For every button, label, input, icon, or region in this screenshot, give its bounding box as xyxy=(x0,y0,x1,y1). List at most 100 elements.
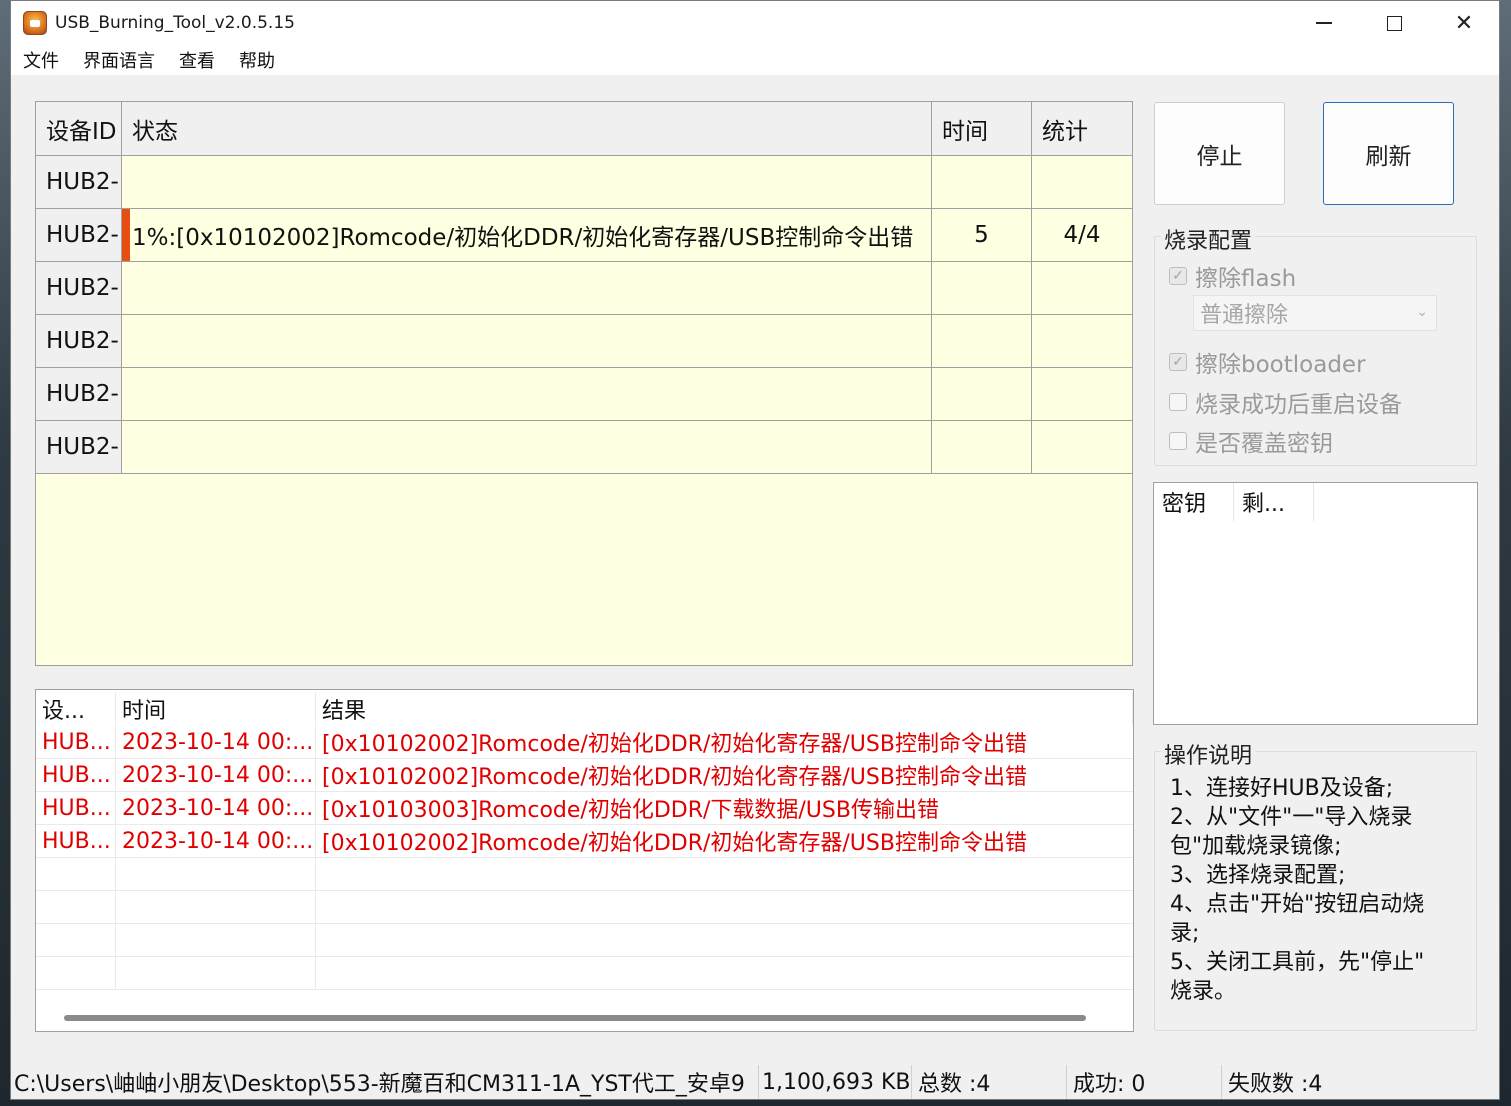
device-time-cell xyxy=(932,156,1032,208)
key-list[interactable]: 密钥 剩... xyxy=(1153,482,1478,725)
log-row[interactable]: HUB... 2023-10-14 00:... [0x10102002]Rom… xyxy=(36,759,1133,792)
log-time: 2023-10-14 00:... xyxy=(116,759,316,791)
device-time-cell xyxy=(932,262,1032,314)
log-row[interactable]: HUB... 2023-10-14 00:... [0x10103003]Rom… xyxy=(36,792,1133,825)
key-header-remaining[interactable]: 剩... xyxy=(1234,483,1314,521)
device-id-cell: HUB2- xyxy=(36,209,122,261)
device-grid[interactable]: 设备ID 状态 时间 统计 HUB2- HUB2- 1%:[0x10102002… xyxy=(35,101,1133,666)
burn-config-title: 烧录配置 xyxy=(1161,223,1256,255)
device-status-cell: 1%:[0x10102002]Romcode/初始化DDR/初始化寄存器/USB… xyxy=(122,209,932,261)
device-stat-cell xyxy=(1032,156,1132,208)
erase-bootloader-checkbox[interactable]: ✓ 擦除bootloader xyxy=(1169,345,1366,379)
erase-flash-label: 擦除flash xyxy=(1195,266,1297,292)
status-fail: 失败数 :4 xyxy=(1228,1072,1323,1097)
device-status-cell xyxy=(122,421,932,473)
device-status-cell xyxy=(122,315,932,367)
device-row[interactable]: HUB2- xyxy=(36,368,1132,421)
app-logo-icon xyxy=(23,11,47,35)
log-row-empty xyxy=(36,891,1133,924)
help-line: 1、连接好HUB及设备; xyxy=(1170,776,1394,801)
log-empty-cell xyxy=(316,891,1133,923)
checkbox-checked-icon: ✓ xyxy=(1169,353,1187,371)
header-device-id[interactable]: 设备ID xyxy=(36,102,122,155)
log-device: HUB... xyxy=(36,792,116,824)
device-row[interactable]: HUB2- xyxy=(36,421,1132,474)
log-result: [0x10102002]Romcode/初始化DDR/初始化寄存器/USB控制命… xyxy=(322,765,1027,790)
log-header-time[interactable]: 时间 xyxy=(116,692,316,725)
log-header-result[interactable]: 结果 xyxy=(316,692,1133,725)
log-row-empty xyxy=(36,858,1133,891)
device-status-cell xyxy=(122,368,932,420)
progress-indicator xyxy=(122,209,130,261)
help-line: 4、点击"开始"按钮启动烧 xyxy=(1170,892,1425,917)
log-empty-cell xyxy=(116,957,316,989)
help-title: 操作说明 xyxy=(1161,738,1256,770)
minimize-button[interactable] xyxy=(1289,1,1359,45)
device-stat-cell xyxy=(1032,421,1132,473)
erase-flash-checkbox[interactable]: ✓ 擦除flash xyxy=(1169,259,1296,293)
header-status[interactable]: 状态 xyxy=(122,102,932,155)
result-log-list[interactable]: 设... 时间 结果 HUB... 2023-10-14 00:... [0x1… xyxy=(35,689,1134,1032)
key-header-key[interactable]: 密钥 xyxy=(1154,483,1234,521)
log-device: HUB... xyxy=(36,726,116,758)
log-empty-cell xyxy=(36,858,116,890)
log-time: 2023-10-14 00:... xyxy=(116,792,316,824)
device-row[interactable]: HUB2- xyxy=(36,315,1132,368)
device-time-cell xyxy=(932,315,1032,367)
erase-mode-select[interactable]: 普通擦除 ⌄ xyxy=(1193,295,1437,331)
overwrite-key-label: 是否覆盖密钥 xyxy=(1195,431,1333,457)
maximize-button[interactable] xyxy=(1359,1,1429,45)
help-line: 录; xyxy=(1170,921,1200,946)
device-row[interactable]: HUB2- xyxy=(36,156,1132,209)
log-header: 设... 时间 结果 xyxy=(36,692,1133,725)
erase-bootloader-label: 擦除bootloader xyxy=(1195,352,1366,378)
overwrite-key-checkbox[interactable]: 是否覆盖密钥 xyxy=(1169,424,1333,458)
help-line: 烧录。 xyxy=(1170,979,1237,1004)
device-id-cell: HUB2- xyxy=(36,421,122,473)
device-time-cell xyxy=(932,368,1032,420)
status-image-path: C:\Users\岫岫小朋友\Desktop\553-新魔百和CM311-1A_… xyxy=(11,1065,759,1099)
log-empty-cell xyxy=(116,891,316,923)
status-total: 总数 :4 xyxy=(912,1065,1067,1099)
log-device: HUB... xyxy=(36,759,116,791)
log-time: 2023-10-14 00:... xyxy=(116,726,316,758)
window-controls: ✕ xyxy=(1289,1,1499,45)
header-stat[interactable]: 统计 xyxy=(1032,102,1132,155)
refresh-button[interactable]: 刷新 xyxy=(1323,102,1454,205)
maximize-icon xyxy=(1386,15,1402,31)
log-result: [0x10103003]Romcode/初始化DDR/下载数据/USB传输出错 xyxy=(322,798,939,823)
log-header-device[interactable]: 设... xyxy=(36,692,116,725)
log-row[interactable]: HUB... 2023-10-14 00:... [0x10102002]Rom… xyxy=(36,825,1133,858)
close-button[interactable]: ✕ xyxy=(1429,1,1499,45)
device-row[interactable]: HUB2- 1%:[0x10102002]Romcode/初始化DDR/初始化寄… xyxy=(36,209,1132,262)
menu-language[interactable]: 界面语言 xyxy=(71,47,167,73)
key-list-header: 密钥 剩... xyxy=(1154,483,1477,521)
help-line: 2、从"文件"一"导入烧录 xyxy=(1170,805,1413,830)
menu-help[interactable]: 帮助 xyxy=(227,47,287,73)
status-success: 成功: 0 xyxy=(1067,1065,1222,1099)
help-line: 5、关闭工具前，先"停止" xyxy=(1170,950,1425,975)
chevron-down-icon: ⌄ xyxy=(1416,304,1428,320)
log-row-empty xyxy=(36,957,1133,990)
help-group: 操作说明 1、连接好HUB及设备; 2、从"文件"一"导入烧录 包"加载烧录镜像… xyxy=(1154,738,1477,1031)
device-status-cell xyxy=(122,262,932,314)
reboot-after-checkbox[interactable]: 烧录成功后重启设备 xyxy=(1169,385,1402,419)
horizontal-scrollbar[interactable] xyxy=(64,1015,1086,1021)
log-row-empty xyxy=(36,924,1133,957)
log-device: HUB... xyxy=(36,825,116,857)
log-empty-cell xyxy=(116,858,316,890)
stop-button[interactable]: 停止 xyxy=(1154,102,1285,205)
burn-config-group: 烧录配置 ✓ 擦除flash 普通擦除 ⌄ ✓ 擦除bootloader 烧录成… xyxy=(1154,223,1477,466)
status-bar: C:\Users\岫岫小朋友\Desktop\553-新魔百和CM311-1A_… xyxy=(11,1065,1499,1099)
menu-file[interactable]: 文件 xyxy=(11,47,71,73)
header-time[interactable]: 时间 xyxy=(932,102,1032,155)
help-line: 3、选择烧录配置; xyxy=(1170,863,1346,888)
device-id-cell: HUB2- xyxy=(36,315,122,367)
checkbox-unchecked-icon xyxy=(1169,393,1187,411)
menu-view[interactable]: 查看 xyxy=(167,47,227,73)
log-result: [0x10102002]Romcode/初始化DDR/初始化寄存器/USB控制命… xyxy=(322,732,1027,757)
log-row[interactable]: HUB... 2023-10-14 00:... [0x10102002]Rom… xyxy=(36,726,1133,759)
log-empty-cell xyxy=(36,924,116,956)
title-bar: USB_Burning_Tool_v2.0.5.15 ✕ xyxy=(11,1,1499,45)
device-row[interactable]: HUB2- xyxy=(36,262,1132,315)
